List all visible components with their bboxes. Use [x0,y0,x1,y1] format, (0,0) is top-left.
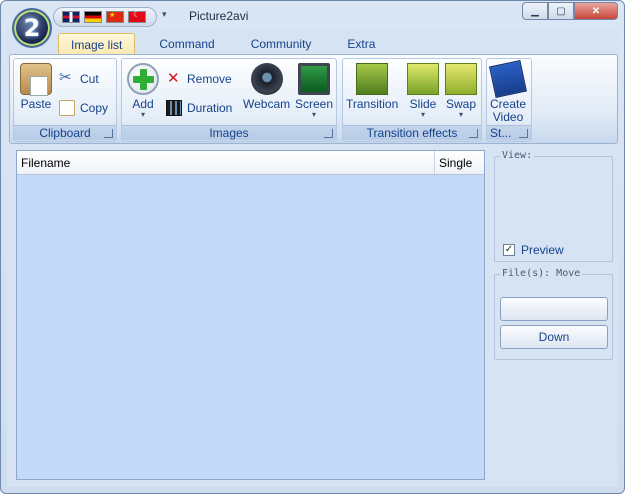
paste-label: Paste [20,97,52,111]
screen-button[interactable]: Screen ▾ [295,63,333,119]
st-launcher-icon[interactable] [519,129,528,138]
add-button[interactable]: Add ▾ [127,63,159,119]
move-down-button[interactable]: Down [500,325,608,349]
create-video-label-line2: Video [492,110,524,124]
tab-community[interactable]: Community [239,33,324,55]
files-move-legend: File(s): Move [500,268,583,279]
window-controls: ▁ ▢ ✕ [522,2,618,20]
transition-launcher-icon[interactable] [469,129,478,138]
cut-button[interactable]: Cut [59,68,99,87]
quick-access-toolbar [53,7,157,27]
film-reel-icon [489,60,527,98]
view-panel: View: ✓ Preview [494,150,613,262]
transition-effects-group-label: Transition effects [343,125,481,140]
germany-flag-icon[interactable] [84,11,102,23]
column-header-filename[interactable]: Filename [17,151,435,174]
files-move-panel: File(s): Move Down [494,268,613,360]
screen-dropdown-icon: ▾ [312,110,317,119]
images-group-label: Images [122,125,336,140]
copy-label: Copy [80,101,109,115]
create-video-label-line1: Create [490,97,527,111]
clipboard-group: Paste Cut Copy Clipboard [13,58,117,142]
view-legend: View: [500,150,535,161]
preview-label: Preview [521,243,564,257]
copy-button[interactable]: Copy [59,100,108,116]
qat-dropdown-icon[interactable]: ▾ [162,9,167,20]
app-logo-text: 2 [23,14,41,42]
uk-flag-icon[interactable] [62,11,80,23]
monitor-icon [298,63,331,95]
st-group: Create Video St... [486,58,532,142]
clipboard-group-label: Clipboard [14,125,116,140]
remove-label: Remove [187,72,232,86]
slide-button[interactable]: Slide ▾ [407,63,439,119]
preview-checkbox[interactable]: ✓ [503,244,515,256]
image-list-view[interactable]: Filename Single [16,150,485,480]
app-menu-orb[interactable]: 2 [12,8,52,48]
scissors-icon [59,68,75,87]
list-header: Filename Single [17,151,484,175]
tab-image-list[interactable]: Image list [58,33,136,55]
add-label: Add [132,97,154,111]
slide-label: Slide [409,97,437,111]
remove-button[interactable]: Remove [166,69,232,87]
window-title: Picture2avi [189,9,249,23]
turkey-flag-icon[interactable] [128,10,146,23]
preview-checkbox-row[interactable]: ✓ Preview [503,243,564,257]
images-launcher-icon[interactable] [324,129,333,138]
images-group: Add ▾ Remove Duration Webcam Screen ▾ Im… [121,58,337,142]
paste-icon [20,63,52,96]
tab-extra[interactable]: Extra [335,33,387,55]
clipboard-launcher-icon[interactable] [104,129,113,138]
webcam-label: Webcam [243,97,291,111]
swap-label: Swap [445,97,477,111]
add-dropdown-icon: ▾ [140,110,145,119]
copy-icon [59,100,75,116]
duration-button[interactable]: Duration [166,100,232,116]
swap-dropdown-icon: ▾ [458,110,463,119]
screen-label: Screen [295,97,334,111]
transition-icon [356,63,389,95]
create-video-button[interactable]: Create Video [489,60,527,124]
move-up-button[interactable] [500,297,608,321]
transition-button[interactable]: Transition [346,63,398,111]
add-icon [127,63,159,95]
column-header-single[interactable]: Single [435,151,484,174]
china-flag-icon[interactable] [106,11,124,23]
close-button[interactable]: ✕ [574,2,618,20]
minimize-button[interactable]: ▁ [522,2,548,20]
ribbon-tabs: Image list Command Community Extra [58,33,399,55]
ribbon: Paste Cut Copy Clipboard Add ▾ Remove [9,54,618,144]
duration-label: Duration [187,101,233,115]
remove-icon [166,69,182,87]
tab-command[interactable]: Command [147,33,226,55]
swap-icon [445,63,477,95]
cut-label: Cut [80,72,99,86]
maximize-button[interactable]: ▢ [548,2,574,20]
webcam-icon [250,63,283,95]
slide-dropdown-icon: ▾ [420,110,425,119]
paste-button[interactable]: Paste [20,63,52,111]
film-icon [166,100,182,116]
transition-effects-group: Transition Slide ▾ Swap ▾ Transition eff… [342,58,482,142]
webcam-button[interactable]: Webcam [243,63,290,111]
swap-button[interactable]: Swap ▾ [445,63,477,119]
transition-label: Transition [346,97,399,111]
slide-icon [407,63,439,95]
app-window: 2 ▾ Picture2avi ▁ ▢ ✕ Image list Command… [0,0,625,494]
